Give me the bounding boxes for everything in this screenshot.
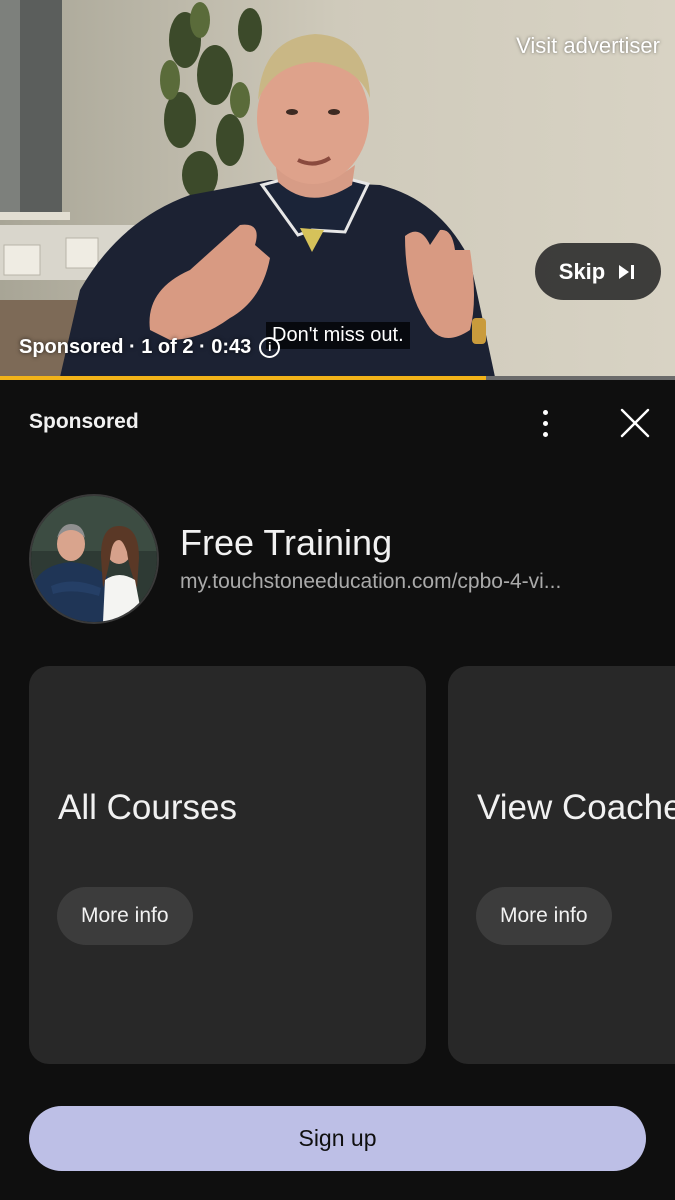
- ad-cards-carousel[interactable]: All Courses More info View Coaches More …: [0, 666, 675, 1064]
- ad-panel-header: Sponsored: [0, 380, 675, 465]
- close-icon[interactable]: [612, 400, 658, 446]
- skip-label: Skip: [558, 258, 606, 284]
- skip-next-icon: [617, 264, 637, 280]
- video-caption: Don't miss out.: [266, 322, 410, 349]
- ad-status: Sponsored · 1 of 2 · 0:43 i: [19, 336, 281, 359]
- card-title: All Courses: [58, 788, 237, 827]
- sponsored-heading: Sponsored: [29, 410, 139, 433]
- ad-status-text: Sponsored · 1 of 2 · 0:43: [19, 336, 252, 358]
- info-icon[interactable]: i: [259, 337, 281, 358]
- skip-ad-button[interactable]: Skip: [535, 243, 661, 300]
- visit-advertiser-link[interactable]: Visit advertiser: [516, 33, 660, 59]
- ad-card[interactable]: All Courses More info: [29, 666, 426, 1064]
- card-title: View Coaches: [477, 788, 675, 827]
- ad-video-player[interactable]: Visit advertiser Skip Don't miss out. Sp…: [0, 0, 675, 377]
- advertiser-url[interactable]: my.touchstoneeducation.com/cpbo-4-vi...: [180, 570, 620, 594]
- sign-up-button[interactable]: Sign up: [29, 1106, 646, 1171]
- more-vertical-icon[interactable]: [525, 400, 565, 446]
- more-info-button[interactable]: More info: [476, 887, 612, 945]
- advertiser-title[interactable]: Free Training: [180, 522, 392, 564]
- advertiser-info[interactable]: Free Training my.touchstoneeducation.com…: [29, 494, 675, 626]
- more-info-button[interactable]: More info: [57, 887, 193, 945]
- advertiser-avatar: [29, 494, 159, 624]
- ad-card[interactable]: View Coaches More info: [448, 666, 675, 1064]
